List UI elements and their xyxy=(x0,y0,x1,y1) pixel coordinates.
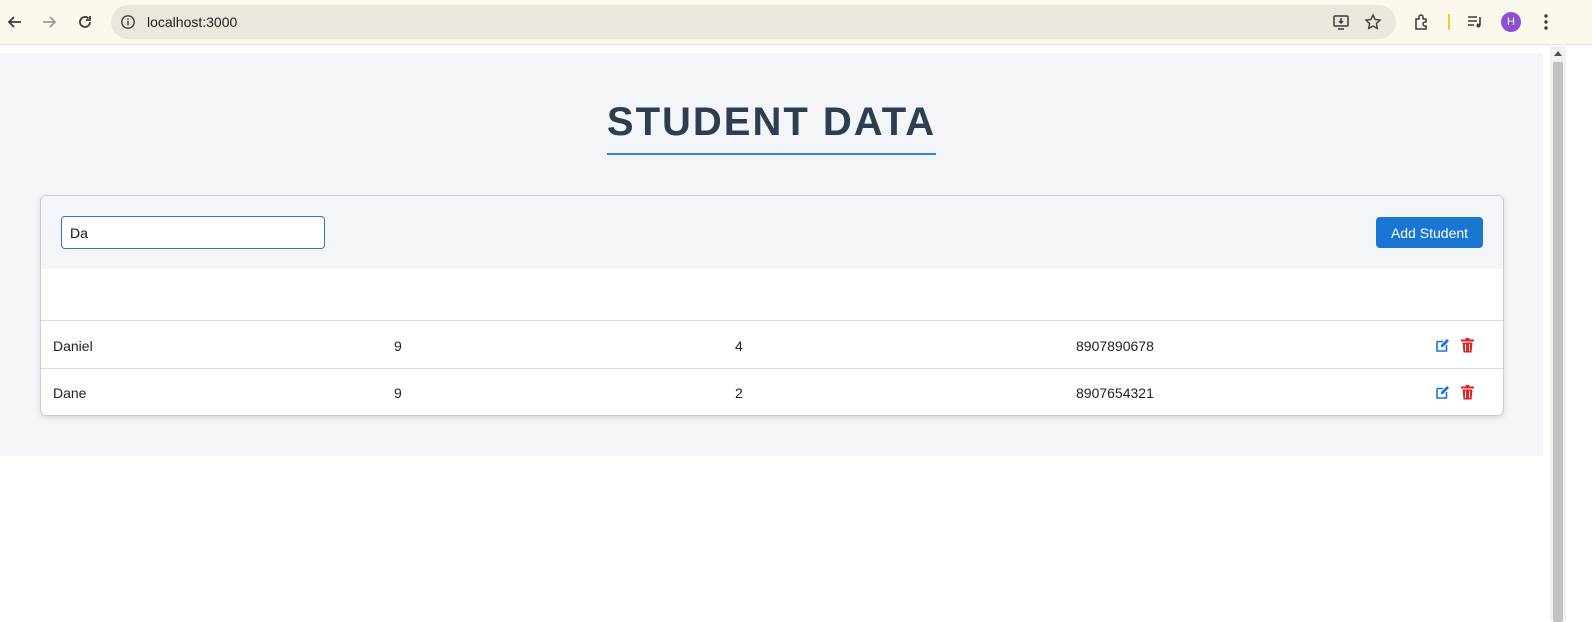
row-actions xyxy=(1435,383,1475,401)
edit-icon[interactable] xyxy=(1435,383,1451,401)
back-icon[interactable] xyxy=(3,10,27,34)
student-value: 4 xyxy=(735,338,743,354)
student-value: 2 xyxy=(735,385,743,401)
install-icon[interactable] xyxy=(1332,13,1350,31)
student-phone: 8907654321 xyxy=(1076,385,1154,401)
star-icon[interactable] xyxy=(1364,13,1382,31)
info-icon[interactable] xyxy=(120,14,136,30)
media-icon[interactable] xyxy=(1464,11,1486,33)
menu-icon[interactable] xyxy=(1535,11,1557,33)
page-scrollbar[interactable] xyxy=(1550,46,1566,622)
toolbar-divider xyxy=(1448,14,1450,30)
search-input[interactable] xyxy=(61,216,325,249)
student-phone: 8907890678 xyxy=(1076,338,1154,354)
scroll-up-icon[interactable] xyxy=(1554,51,1562,56)
url-text: localhost:3000 xyxy=(147,14,238,30)
student-table-card: Add Student Daniel 9 4 8907890678 xyxy=(40,195,1504,416)
student-class: 9 xyxy=(394,385,402,401)
table-row: Daniel 9 4 8907890678 xyxy=(41,322,1503,369)
page-viewport: STUDENT DATA Add Student Daniel 9 4 8907… xyxy=(0,46,1592,622)
forward-icon[interactable] xyxy=(37,10,61,34)
extensions-icon[interactable] xyxy=(1411,11,1433,33)
browser-toolbar: localhost:3000 H xyxy=(0,0,1592,45)
scrollbar-thumb[interactable] xyxy=(1553,62,1563,622)
app-container: STUDENT DATA Add Student Daniel 9 4 8907… xyxy=(0,53,1543,456)
reload-icon[interactable] xyxy=(73,10,97,34)
student-name: Daniel xyxy=(53,338,93,354)
add-student-button[interactable]: Add Student xyxy=(1376,217,1483,248)
table-header xyxy=(41,269,1503,321)
student-class: 9 xyxy=(394,338,402,354)
row-actions xyxy=(1435,336,1475,354)
address-bar[interactable]: localhost:3000 xyxy=(111,5,1396,39)
edit-icon[interactable] xyxy=(1435,336,1451,354)
page-title: STUDENT DATA xyxy=(606,101,937,155)
delete-icon[interactable] xyxy=(1459,383,1475,401)
table-row: Dane 9 2 8907654321 xyxy=(41,369,1503,415)
profile-avatar[interactable]: H xyxy=(1501,12,1521,32)
table-toolbar: Add Student xyxy=(41,196,1503,269)
page-header: STUDENT DATA xyxy=(0,101,1543,155)
delete-icon[interactable] xyxy=(1459,336,1475,354)
student-name: Dane xyxy=(53,385,87,401)
